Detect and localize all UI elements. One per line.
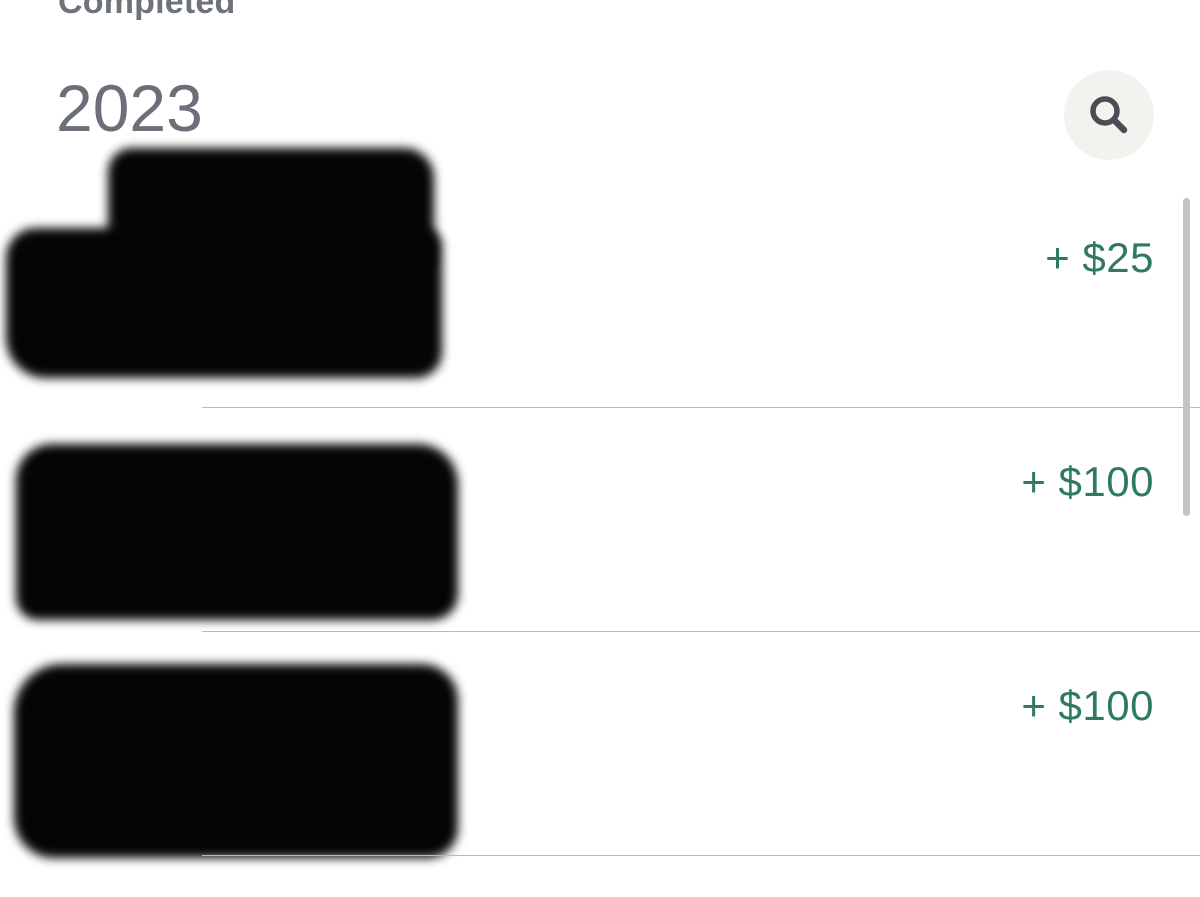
section-heading-completed: Completed [58,0,236,21]
redacted-details [14,664,458,858]
transaction-row[interactable]: + $25 [0,148,1200,408]
transaction-list: + $25 + $100 + $100 [0,148,1200,858]
transaction-amount: + $100 [1021,682,1154,729]
redacted-details [16,444,458,620]
transaction-row[interactable]: + $100 [0,632,1200,858]
search-icon [1086,92,1132,138]
transaction-row[interactable]: + $100 [0,408,1200,632]
redacted-details [108,148,434,268]
year-heading: 2023 [56,71,203,145]
transactions-screen: Completed 2023 + $25 + $100 + $100 [0,0,1200,897]
transaction-amount: + $100 [1021,458,1154,505]
row-divider [202,854,1200,856]
search-button[interactable] [1064,70,1154,160]
scrollbar[interactable] [1183,198,1190,516]
transaction-amount: + $25 [1045,234,1154,281]
